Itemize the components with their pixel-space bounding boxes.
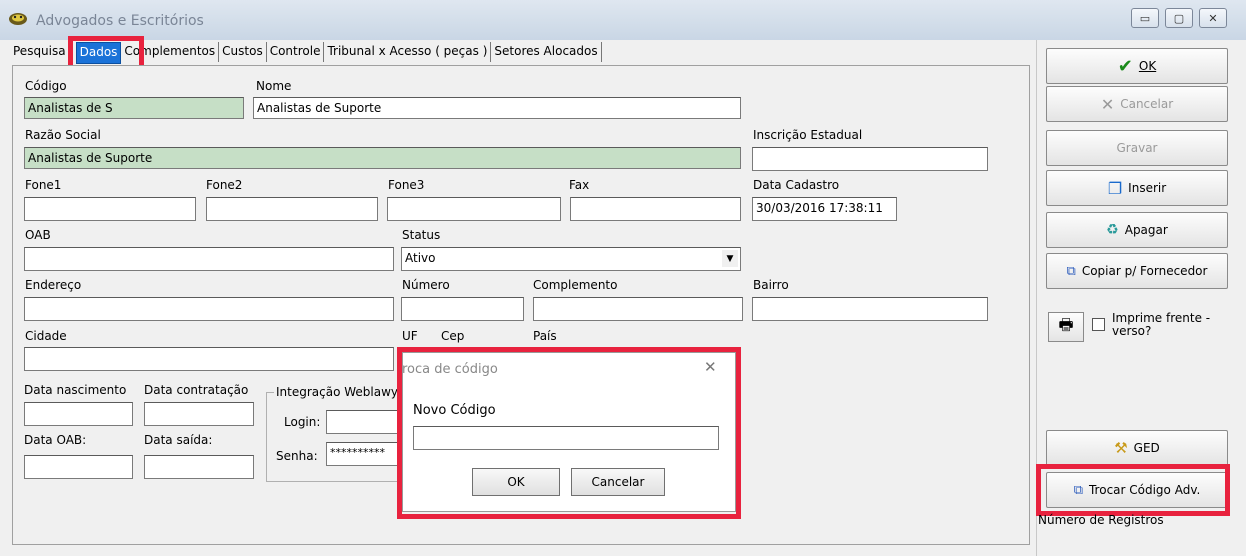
cep-label: Cep (441, 329, 465, 343)
data-contratacao-field[interactable] (144, 402, 254, 426)
apagar-button[interactable]: ♻ Apagar (1046, 212, 1228, 248)
login-label: Login: (284, 415, 321, 429)
senha-label: Senha: (276, 449, 318, 463)
cancel-x-icon: ✕ (1100, 94, 1115, 114)
numero-field[interactable] (401, 297, 524, 321)
data-oab-label: Data OAB: (24, 433, 87, 447)
printer-icon: 🖶 (1058, 314, 1074, 334)
tab-custos[interactable]: Custos (219, 42, 267, 62)
razao-social-label: Razão Social (25, 128, 101, 142)
data-saida-label: Data saída: (144, 433, 213, 447)
fone2-field[interactable] (206, 197, 378, 221)
tab-setores-alocados[interactable]: Setores Alocados (491, 42, 602, 62)
fax-field[interactable] (570, 197, 741, 221)
fone1-field[interactable] (24, 197, 196, 221)
minimize-button[interactable]: ▭ (1131, 8, 1159, 28)
fax-label: Fax (569, 178, 590, 192)
printer-button[interactable]: 🖶 (1048, 312, 1084, 342)
endereco-field[interactable] (24, 297, 394, 321)
oab-field[interactable] (24, 247, 394, 271)
trocar-button-highlight (1036, 464, 1230, 516)
data-saida-field[interactable] (144, 455, 254, 479)
data-contratacao-label: Data contratação (144, 383, 249, 397)
fone2-label: Fone2 (206, 178, 243, 192)
fone3-label: Fone3 (388, 178, 425, 192)
endereco-label: Endereço (25, 278, 82, 292)
integracao-label: Integração Weblawy (274, 385, 401, 399)
close-icon: ✕ (1208, 11, 1218, 25)
dialog-highlight (397, 347, 741, 519)
uf-label: UF (402, 329, 418, 343)
nome-field[interactable]: Analistas de Suporte (253, 97, 741, 119)
bairro-field[interactable] (752, 297, 988, 321)
status-select[interactable]: Ativo ▼ (401, 247, 741, 271)
senha-field[interactable]: ********** (326, 442, 402, 466)
minimize-icon: ▭ (1139, 11, 1151, 25)
insert-document-icon: ❐ (1107, 178, 1123, 198)
data-oab-field[interactable] (24, 455, 133, 479)
apagar-label: Apagar (1124, 223, 1168, 237)
gravar-button[interactable]: Gravar (1046, 130, 1228, 166)
app-logo-icon (9, 13, 27, 25)
razao-social-field[interactable]: Analistas de Suporte (24, 147, 741, 169)
bairro-label: Bairro (753, 278, 789, 292)
ged-button[interactable]: ⚒ GED (1046, 430, 1228, 466)
integracao-group (266, 392, 402, 482)
numero-label: Número (402, 278, 450, 292)
fone3-field[interactable] (387, 197, 561, 221)
codigo-field[interactable]: Analistas de S (24, 97, 244, 119)
imprime-frente-verso-label: Imprime frente - verso? (1112, 311, 1211, 338)
data-nascimento-label: Data nascimento (24, 383, 127, 397)
ok-button[interactable]: ✔ OK (1046, 48, 1228, 84)
cidade-label: Cidade (25, 329, 67, 343)
cancelar-label: Cancelar (1120, 97, 1174, 111)
tab-controle[interactable]: Controle (267, 42, 325, 62)
nome-label: Nome (256, 79, 292, 93)
tab-pesquisa[interactable]: Pesquisa (10, 42, 70, 62)
maximize-icon: ▢ (1173, 11, 1185, 25)
gravar-label: Gravar (1116, 141, 1158, 155)
oab-label: OAB (25, 228, 51, 242)
data-cadastro-label: Data Cadastro (753, 178, 840, 192)
complemento-field[interactable] (533, 297, 743, 321)
copiar-fornecedor-button[interactable]: ⧉ Copiar p/ Fornecedor (1046, 253, 1228, 289)
ged-label: GED (1133, 441, 1160, 455)
window-title: Advogados e Escritórios (36, 13, 204, 29)
login-field[interactable] (326, 410, 402, 434)
codigo-label: Código (25, 79, 67, 93)
maximize-button[interactable]: ▢ (1165, 8, 1193, 28)
cidade-field[interactable] (24, 347, 394, 371)
data-cadastro-field[interactable]: 30/03/2016 17:38:11 (752, 197, 897, 221)
fone1-label: Fone1 (25, 178, 62, 192)
inscricao-estadual-field[interactable] (752, 147, 988, 171)
inserir-button[interactable]: ❐ Inserir (1046, 170, 1228, 206)
status-value: Ativo (405, 251, 436, 265)
data-nascimento-field[interactable] (24, 402, 133, 426)
copy-icon: ⧉ (1066, 263, 1076, 279)
status-label: Status (402, 228, 441, 242)
tab-tribunal-acesso[interactable]: Tribunal x Acesso ( peças ) (324, 42, 492, 62)
copiar-label: Copiar p/ Fornecedor (1081, 264, 1208, 278)
recycle-icon: ♻ (1106, 222, 1119, 238)
ok-label: OK (1138, 59, 1157, 73)
cancelar-button[interactable]: ✕ Cancelar (1046, 86, 1228, 122)
close-button[interactable]: ✕ (1199, 8, 1227, 28)
ged-tools-icon: ⚒ (1114, 439, 1128, 457)
inscricao-estadual-label: Inscrição Estadual (753, 128, 863, 142)
checkmark-icon: ✔ (1117, 55, 1133, 77)
imprime-frente-verso-checkbox[interactable] (1092, 318, 1105, 331)
complemento-label: Complemento (533, 278, 618, 292)
numero-registros-label: Número de Registros (1038, 513, 1164, 527)
pais-label: País (533, 329, 557, 343)
chevron-down-icon[interactable]: ▼ (722, 250, 738, 267)
inserir-label: Inserir (1128, 181, 1167, 195)
